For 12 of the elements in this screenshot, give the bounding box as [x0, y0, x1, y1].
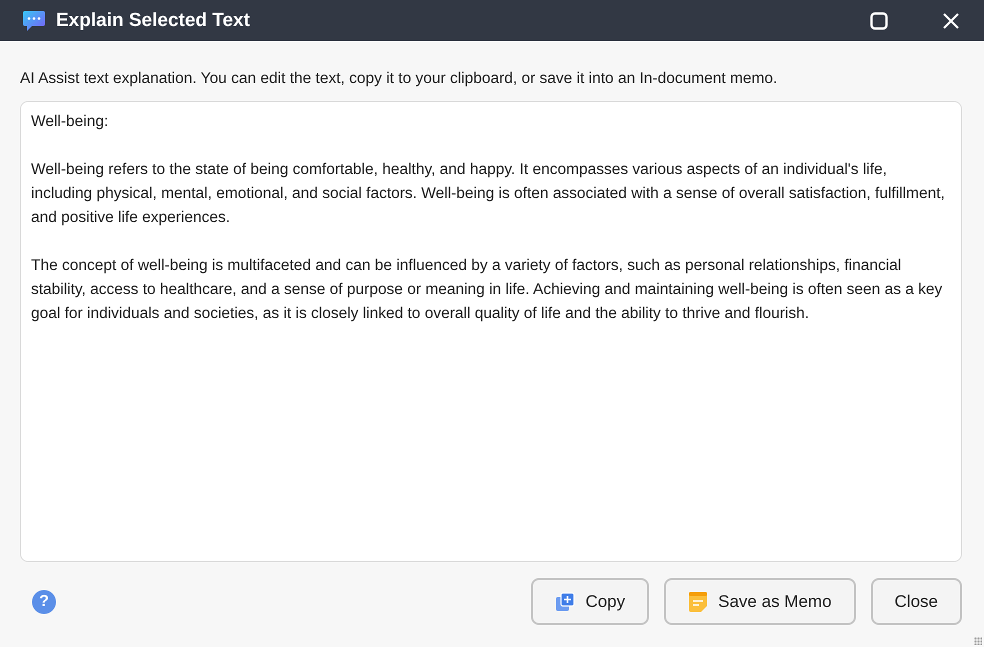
- text-area[interactable]: Well-being: Well-being refers to the state of being comfortable, healthy, and happy. It encompasses various aspects of an individual's life, including physical, mental, emotional, and social factors. Well-being is often associated with a sense of overall satisfaction, fulfillment, and positive life experiences. The concept of well-being is multifaceted and can be influenced by a variety of factors, such as personal relationships, financial stability, access to healthcare, and a sense of purpose or meaning in life. Achieving and maintaining well-being is often seen as a key goal for individuals and societies, as it is closely linked to overall quality of life and the ability to thrive and flourish.: [20, 101, 962, 562]
- window-title: Explain Selected Text: [56, 10, 250, 32]
- close-button[interactable]: Close: [870, 578, 962, 625]
- resize-grip[interactable]: [974, 637, 982, 645]
- copy-button[interactable]: Copy: [531, 578, 650, 625]
- chat-bubble-icon: [22, 10, 46, 32]
- description-text: AI Assist text explanation. You can edit the text, copy it to your clipboard, or save it into an In-document memo.: [20, 70, 778, 88]
- note-icon: [688, 590, 708, 612]
- copy-icon: [555, 592, 576, 612]
- memo-button[interactable]: Save as Memo: [664, 578, 856, 625]
- close-icon[interactable]: [942, 12, 960, 30]
- maximize-icon[interactable]: [870, 12, 888, 30]
